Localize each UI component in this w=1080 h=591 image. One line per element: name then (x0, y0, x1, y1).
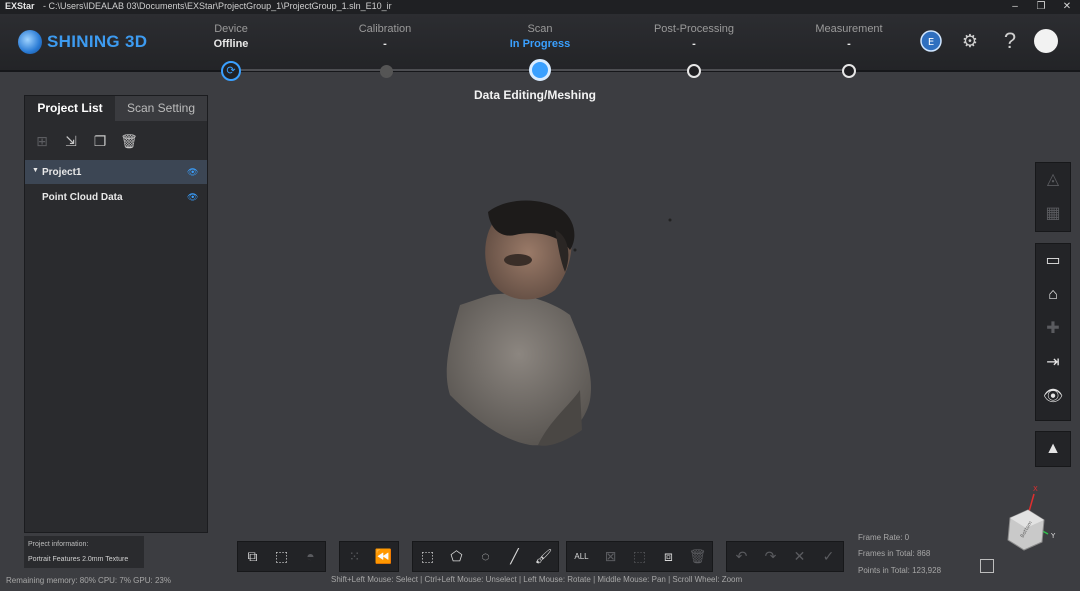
cleanup-icon[interactable]: ⌂ (1036, 278, 1070, 312)
project-info-title: Project information: (28, 541, 89, 548)
duplicate-icon[interactable]: ❐ (91, 132, 109, 150)
post-processing-dot (687, 64, 701, 78)
close-icon[interactable]: ✕ (1056, 0, 1078, 14)
point-cloud-model[interactable] (420, 190, 680, 460)
axis-y-label: Y (1050, 532, 1056, 540)
hemisphere-icon[interactable]: ◓ (296, 542, 325, 571)
restore-icon[interactable]: ❐ (1030, 0, 1052, 14)
rect-select-icon[interactable]: ⬚ (413, 542, 442, 571)
step-value: - (692, 38, 696, 50)
step-calibration[interactable]: Calibration - (315, 23, 455, 50)
redo-icon[interactable]: ↷ (756, 542, 785, 571)
minimize-icon[interactable]: – (1004, 0, 1026, 14)
layer-filter-icon[interactable]: ▲ (1036, 432, 1070, 466)
device-status-icon: ⟳ (221, 61, 241, 81)
view-toolbar: ⧉ ⬚ ◓ (237, 541, 326, 572)
step-label: Scan (527, 23, 553, 35)
frame-rate: Frame Rate: 0 (858, 533, 910, 542)
help-icon[interactable]: ? (998, 29, 1022, 53)
step-label: Post-Processing (653, 23, 735, 35)
gear-icon[interactable]: ⚙ (958, 29, 982, 53)
invert-select-icon[interactable]: ⬚ (625, 542, 654, 571)
line-select-icon[interactable]: ╱ (500, 542, 529, 571)
scan-dot (529, 59, 551, 81)
tree-item-label: Point Cloud Data (42, 192, 123, 203)
step-label: Device (214, 23, 248, 35)
points-icon[interactable]: ⁙ (340, 542, 369, 571)
delete-icon[interactable]: 🗑 (120, 132, 138, 150)
avatar[interactable] (1034, 29, 1058, 53)
polygon-select-icon[interactable]: ⬠ (442, 542, 471, 571)
calibration-dot (380, 65, 393, 78)
project-info-values: Portrait Features 2.0mm Texture (28, 556, 129, 563)
delete-selection-icon[interactable]: 🗑 (683, 542, 712, 571)
scanner-icon[interactable]: E (919, 30, 943, 54)
step-value: Offline (213, 38, 249, 50)
eye-icon[interactable]: 👁 (187, 167, 198, 178)
brand-logo: SHINING 3D (18, 30, 147, 54)
step-label: Measurement (815, 23, 883, 35)
grid-icon[interactable]: ▦ (1036, 197, 1070, 231)
rewind-icon[interactable]: ⏪ (369, 542, 398, 571)
layers-icon[interactable]: ⧉ (238, 542, 267, 571)
step-value: In Progress (509, 38, 571, 50)
tree-item-project[interactable]: ▼ Project1 👁 (25, 160, 207, 184)
caret-down-icon[interactable]: ▼ (32, 167, 39, 174)
logo-icon (18, 30, 42, 54)
deselect-icon[interactable]: ⊠ (596, 542, 625, 571)
eye-icon[interactable]: 👁 (1036, 380, 1070, 414)
logo-text: SHINING 3D (47, 32, 148, 51)
fit-view-icon[interactable] (980, 559, 994, 573)
selection-toolbar: ⬚ ⬠ ◌ ╱ 🖌 (412, 541, 559, 572)
orientation-cube[interactable]: X Y Bottom (998, 482, 1062, 554)
export-icon[interactable]: ⇥ (1036, 346, 1070, 380)
measurement-dot (842, 64, 856, 78)
edit-toolbar: ALL ⊠ ⬚ ⧈ 🗑 (566, 541, 713, 572)
project-panel: Project List Scan Setting ⊞ ⇲ ❐ 🗑 ▼ Proj… (24, 95, 208, 533)
project-information: Project information: Portrait Features 2… (24, 536, 144, 568)
tab-scan-setting[interactable]: Scan Setting (115, 96, 207, 121)
system-status: Remaining memory: 80% CPU: 7% GPU: 23% (6, 576, 171, 585)
point-toolbar: ⁙ ⏪ (339, 541, 399, 572)
tree-item-point-cloud[interactable]: Point Cloud Data 👁 (25, 185, 207, 209)
title-bar: EXStar - C:\Users\IDEALAB 03\Documents\E… (0, 0, 1080, 14)
step-value: - (847, 38, 851, 50)
window-path: - C:\Users\IDEALAB 03\Documents\EXStar\P… (43, 1, 392, 11)
app-name: EXStar (5, 1, 35, 11)
step-label: Calibration (358, 23, 412, 35)
mouse-hint: Shift+Left Mouse: Select | Ctrl+Left Mou… (331, 575, 743, 584)
right-toolbar-top: ◬ ▦ (1035, 162, 1071, 232)
tree-item-label: Project1 (42, 167, 82, 178)
axis-x-label: X (1033, 485, 1038, 493)
puzzle-icon[interactable]: ✚ (1036, 312, 1070, 346)
import-icon[interactable]: ⇲ (62, 132, 80, 150)
add-icon[interactable]: ⊞ (33, 132, 51, 150)
step-scan[interactable]: Scan In Progress (470, 23, 610, 50)
points-total: Points in Total: 123,928 (858, 566, 942, 575)
step-post-processing[interactable]: Post-Processing - (624, 23, 764, 50)
brush-select-icon[interactable]: 🖌 (529, 542, 558, 571)
cancel-icon[interactable]: ✕ (785, 542, 814, 571)
step-measurement[interactable]: Measurement - (779, 23, 919, 50)
step-value: - (383, 38, 387, 50)
history-toolbar: ↶ ↷ ✕ ✓ (726, 541, 844, 572)
right-toolbar-extra: ▲ (1035, 431, 1071, 467)
select-all-icon[interactable]: ALL (567, 542, 596, 571)
window-icon[interactable]: ▭ (1036, 244, 1070, 278)
stage-label: Data Editing/Meshing (474, 88, 597, 102)
undo-icon[interactable]: ↶ (727, 542, 756, 571)
lasso-select-icon[interactable]: ◌ (471, 542, 500, 571)
right-toolbar-main: ▭ ⌂ ✚ ⇥ 👁 (1035, 243, 1071, 421)
mesh-icon[interactable]: ◬ (1036, 163, 1070, 197)
frames-total: Frames in Total: 868 (858, 549, 931, 558)
cube-view-icon[interactable]: ⬚ (267, 542, 296, 571)
connected-select-icon[interactable]: ⧈ (654, 542, 683, 571)
tab-project-list[interactable]: Project List (25, 96, 115, 121)
svg-text:E: E (928, 37, 934, 48)
eye-icon[interactable]: 👁 (187, 192, 198, 203)
confirm-icon[interactable]: ✓ (814, 542, 843, 571)
step-device[interactable]: Device Offline (161, 23, 301, 50)
